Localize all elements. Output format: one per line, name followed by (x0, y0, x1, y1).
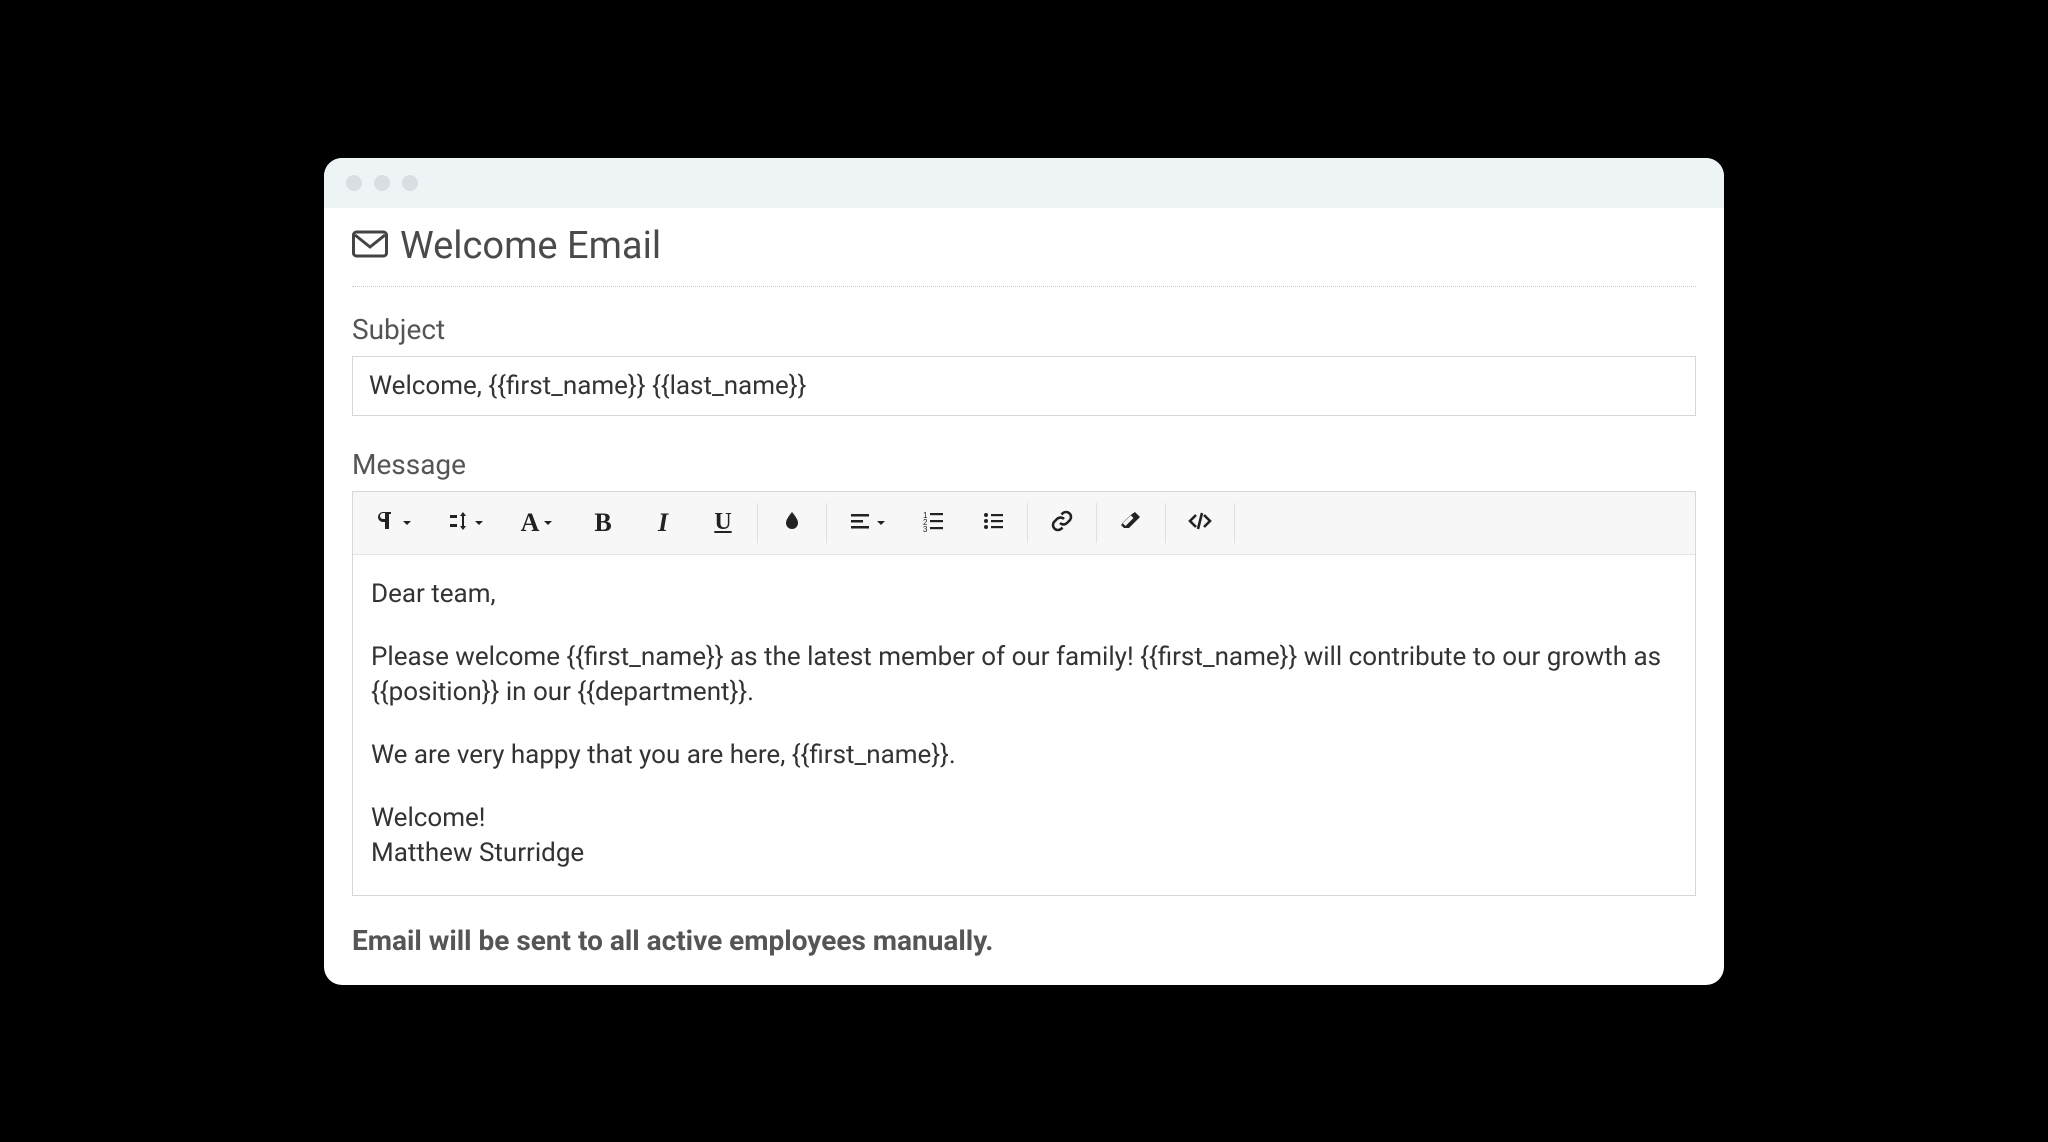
code-icon (1188, 509, 1212, 537)
body-line: Matthew Sturridge (371, 836, 1677, 871)
toolbar-separator (1234, 503, 1235, 543)
paragraph-format-button[interactable] (357, 498, 429, 548)
body-line: Welcome! (371, 801, 1677, 836)
toolbar-separator (757, 503, 758, 543)
bold-button[interactable]: B (573, 498, 633, 548)
unordered-list-icon (981, 509, 1005, 537)
underline-button[interactable]: U (693, 498, 753, 548)
pilcrow-icon (374, 509, 398, 537)
message-body[interactable]: Dear team, Please welcome {{first_name}}… (353, 555, 1695, 895)
svg-text:3: 3 (923, 525, 928, 533)
font-icon: A (521, 508, 540, 538)
unordered-list-button[interactable] (963, 498, 1023, 548)
app-window: Welcome Email Subject Message (324, 158, 1724, 985)
editor-toolbar: A B I U 123 (353, 492, 1695, 555)
bold-icon: B (594, 508, 611, 538)
window-dot-close[interactable] (346, 175, 362, 191)
toolbar-separator (1096, 503, 1097, 543)
link-icon (1050, 509, 1074, 537)
window-titlebar (324, 158, 1724, 208)
italic-button[interactable]: I (633, 498, 693, 548)
ordered-list-icon: 123 (921, 509, 945, 537)
toolbar-separator (1027, 503, 1028, 543)
message-field: Message A B I (352, 448, 1696, 896)
align-button[interactable] (831, 498, 903, 548)
window-dot-min[interactable] (374, 175, 390, 191)
body-line: Please welcome {{first_name}} as the lat… (371, 640, 1677, 710)
insert-link-button[interactable] (1032, 498, 1092, 548)
window-dot-max[interactable] (402, 175, 418, 191)
toolbar-separator (1165, 503, 1166, 543)
rich-text-editor: A B I U 123 (352, 491, 1696, 896)
chevron-down-icon (402, 513, 412, 532)
page-title-text: Welcome Email (400, 224, 661, 268)
text-color-button[interactable] (762, 498, 822, 548)
align-icon (848, 509, 872, 537)
line-height-icon (446, 509, 470, 537)
toolbar-separator (826, 503, 827, 543)
underline-icon: U (714, 509, 731, 536)
italic-icon: I (658, 508, 668, 538)
chevron-down-icon (876, 513, 886, 532)
line-height-button[interactable] (429, 498, 501, 548)
chevron-down-icon (543, 513, 553, 532)
font-family-button[interactable]: A (501, 498, 573, 548)
content-area: Welcome Email Subject Message (324, 208, 1724, 985)
eraser-icon (1119, 509, 1143, 537)
subject-input[interactable] (352, 356, 1696, 416)
code-view-button[interactable] (1170, 498, 1230, 548)
envelope-icon (352, 230, 388, 262)
drop-icon (780, 509, 804, 537)
subject-field: Subject (352, 313, 1696, 416)
clear-formatting-button[interactable] (1101, 498, 1161, 548)
body-line: Dear team, (371, 577, 1677, 612)
subject-label: Subject (352, 313, 1696, 346)
ordered-list-button[interactable]: 123 (903, 498, 963, 548)
message-label: Message (352, 448, 1696, 481)
page-title: Welcome Email (352, 218, 1696, 287)
chevron-down-icon (474, 513, 484, 532)
helper-text: Email will be sent to all active employe… (352, 924, 1696, 957)
body-line: We are very happy that you are here, {{f… (371, 738, 1677, 773)
